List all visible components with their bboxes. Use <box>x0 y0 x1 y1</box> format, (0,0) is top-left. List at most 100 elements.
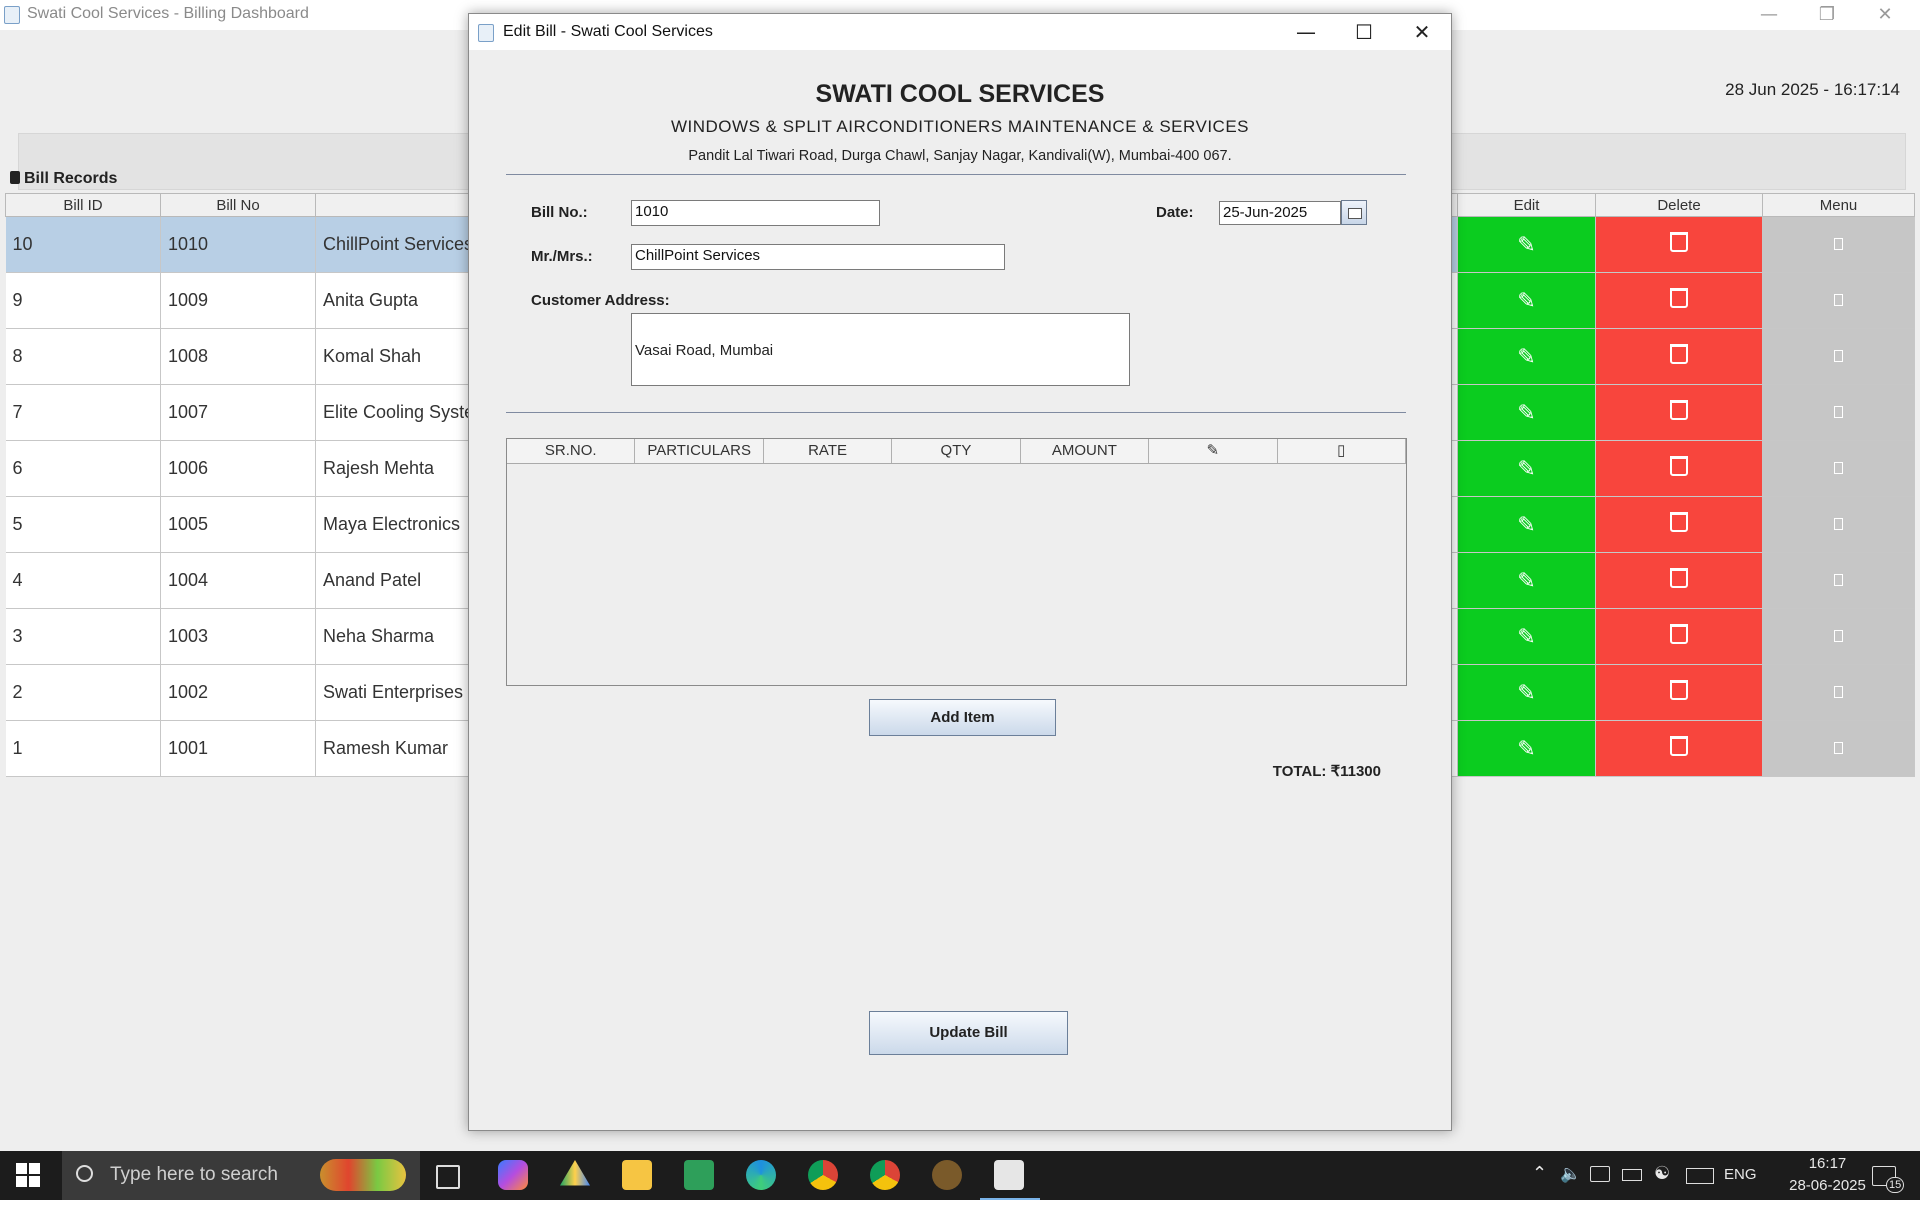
photos-app-icon[interactable] <box>684 1160 714 1190</box>
delete-row-button[interactable] <box>1595 384 1763 441</box>
add-item-button[interactable]: Add Item <box>869 699 1056 736</box>
cell-bill-id[interactable]: 9 <box>5 272 161 329</box>
chevron-up-icon[interactable]: ⌃ <box>1532 1163 1547 1212</box>
edit-row-button[interactable]: ✎ <box>1457 552 1596 609</box>
pencil-icon: ✎ <box>1517 455 1536 481</box>
col-edit-icon[interactable]: ✎ <box>1149 439 1278 463</box>
edit-row-button[interactable]: ✎ <box>1457 384 1596 441</box>
col-delete[interactable]: Delete <box>1595 193 1763 217</box>
cell-bill-id[interactable]: 4 <box>5 552 161 609</box>
cell-bill-id[interactable]: 1 <box>5 720 161 777</box>
col-edit[interactable]: Edit <box>1457 193 1596 217</box>
edit-row-button[interactable]: ✎ <box>1457 328 1596 385</box>
battery-icon[interactable] <box>1622 1169 1642 1181</box>
chrome-profile-icon[interactable] <box>870 1160 900 1190</box>
cell-bill-id[interactable]: 8 <box>5 328 161 385</box>
col-bill-id[interactable]: Bill ID <box>5 193 161 217</box>
google-drive-icon[interactable] <box>560 1160 590 1186</box>
cell-bill-no[interactable]: 1005 <box>160 496 316 553</box>
cell-bill-no[interactable]: 1009 <box>160 272 316 329</box>
row-menu-button[interactable] <box>1762 608 1915 665</box>
dialog-maximize-icon[interactable]: ☐ <box>1335 14 1393 50</box>
cell-bill-no[interactable]: 1006 <box>160 440 316 497</box>
delete-row-button[interactable] <box>1595 272 1763 329</box>
row-menu-button[interactable] <box>1762 720 1915 777</box>
row-menu-button[interactable] <box>1762 328 1915 385</box>
cell-bill-no[interactable]: 1001 <box>160 720 316 777</box>
cell-bill-no[interactable]: 1007 <box>160 384 316 441</box>
date-input[interactable]: 25-Jun-2025 <box>1219 201 1341 225</box>
customer-address-textarea[interactable]: Vasai Road, Mumbai <box>631 313 1130 386</box>
copilot-icon[interactable] <box>498 1160 528 1190</box>
calendar-picker-button[interactable] <box>1341 200 1367 225</box>
dialog-close-icon[interactable]: ✕ <box>1393 14 1451 50</box>
minimize-icon[interactable]: — <box>1740 0 1798 30</box>
col-sr-no[interactable]: SR.NO. <box>507 439 636 463</box>
col-particulars[interactable]: PARTICULARS <box>635 439 764 463</box>
edit-row-button[interactable]: ✎ <box>1457 272 1596 329</box>
cell-bill-id[interactable]: 3 <box>5 608 161 665</box>
cell-bill-id[interactable]: 5 <box>5 496 161 553</box>
col-delete-icon[interactable]: ▯ <box>1278 439 1406 463</box>
cell-bill-no[interactable]: 1003 <box>160 608 316 665</box>
delete-row-button[interactable] <box>1595 440 1763 497</box>
divider <box>506 174 1406 175</box>
volume-icon[interactable]: 🔈 <box>1560 1164 1581 1213</box>
edit-row-button[interactable]: ✎ <box>1457 664 1596 721</box>
row-menu-button[interactable] <box>1762 440 1915 497</box>
trash-icon <box>1670 624 1688 644</box>
windows-start-icon[interactable] <box>16 1163 40 1187</box>
task-view-icon[interactable] <box>436 1165 460 1189</box>
delete-row-button[interactable] <box>1595 496 1763 553</box>
pencil-icon: ✎ <box>1517 735 1536 761</box>
file-explorer-icon[interactable] <box>622 1160 652 1190</box>
java-taskbar-icon[interactable] <box>994 1160 1024 1190</box>
edit-row-button[interactable]: ✎ <box>1457 720 1596 777</box>
edit-row-button[interactable]: ✎ <box>1457 608 1596 665</box>
dialog-minimize-icon[interactable]: — <box>1277 14 1335 50</box>
customer-name-input[interactable]: ChillPoint Services <box>631 244 1005 270</box>
edit-row-button[interactable]: ✎ <box>1457 496 1596 553</box>
delete-row-button[interactable] <box>1595 664 1763 721</box>
row-menu-button[interactable] <box>1762 216 1915 273</box>
wifi-icon[interactable]: ☯ <box>1654 1163 1670 1212</box>
delete-row-button[interactable] <box>1595 608 1763 665</box>
cell-bill-id[interactable]: 7 <box>5 384 161 441</box>
cell-bill-no[interactable]: 1010 <box>160 216 316 273</box>
col-qty[interactable]: QTY <box>892 439 1021 463</box>
settings-gear-icon[interactable] <box>932 1160 962 1190</box>
cell-bill-id[interactable]: 10 <box>5 216 161 273</box>
edit-row-button[interactable]: ✎ <box>1457 216 1596 273</box>
cell-bill-id[interactable]: 2 <box>5 664 161 721</box>
delete-row-button[interactable] <box>1595 328 1763 385</box>
keyboard-icon[interactable] <box>1686 1168 1714 1184</box>
cell-bill-id[interactable]: 6 <box>5 440 161 497</box>
edge-browser-icon[interactable] <box>746 1160 776 1190</box>
cell-bill-no[interactable]: 1002 <box>160 664 316 721</box>
delete-row-button[interactable] <box>1595 552 1763 609</box>
chrome-icon[interactable] <box>808 1160 838 1190</box>
delete-row-button[interactable] <box>1595 720 1763 777</box>
row-menu-button[interactable] <box>1762 664 1915 721</box>
trash-icon <box>1670 680 1688 700</box>
cell-bill-no[interactable]: 1004 <box>160 552 316 609</box>
col-bill-no[interactable]: Bill No <box>160 193 316 217</box>
clock-date[interactable]: 28-06-2025 <box>1785 1177 1870 1226</box>
edit-row-button[interactable]: ✎ <box>1457 440 1596 497</box>
row-menu-button[interactable] <box>1762 496 1915 553</box>
cell-bill-no[interactable]: 1008 <box>160 328 316 385</box>
language-indicator[interactable]: ENG <box>1724 1166 1757 1215</box>
col-menu[interactable]: Menu <box>1762 193 1915 217</box>
update-bill-button[interactable]: Update Bill <box>869 1011 1068 1055</box>
col-amount[interactable]: AMOUNT <box>1021 439 1150 463</box>
col-rate[interactable]: RATE <box>764 439 893 463</box>
taskbar-search-box[interactable]: Type here to search <box>62 1151 420 1200</box>
restore-icon[interactable]: ❐ <box>1798 0 1856 30</box>
row-menu-button[interactable] <box>1762 272 1915 329</box>
bill-no-input[interactable]: 1010 <box>631 200 880 226</box>
meet-now-icon[interactable] <box>1590 1166 1610 1182</box>
row-menu-button[interactable] <box>1762 384 1915 441</box>
close-icon[interactable]: ✕ <box>1856 0 1914 30</box>
row-menu-button[interactable] <box>1762 552 1915 609</box>
delete-row-button[interactable] <box>1595 216 1763 273</box>
